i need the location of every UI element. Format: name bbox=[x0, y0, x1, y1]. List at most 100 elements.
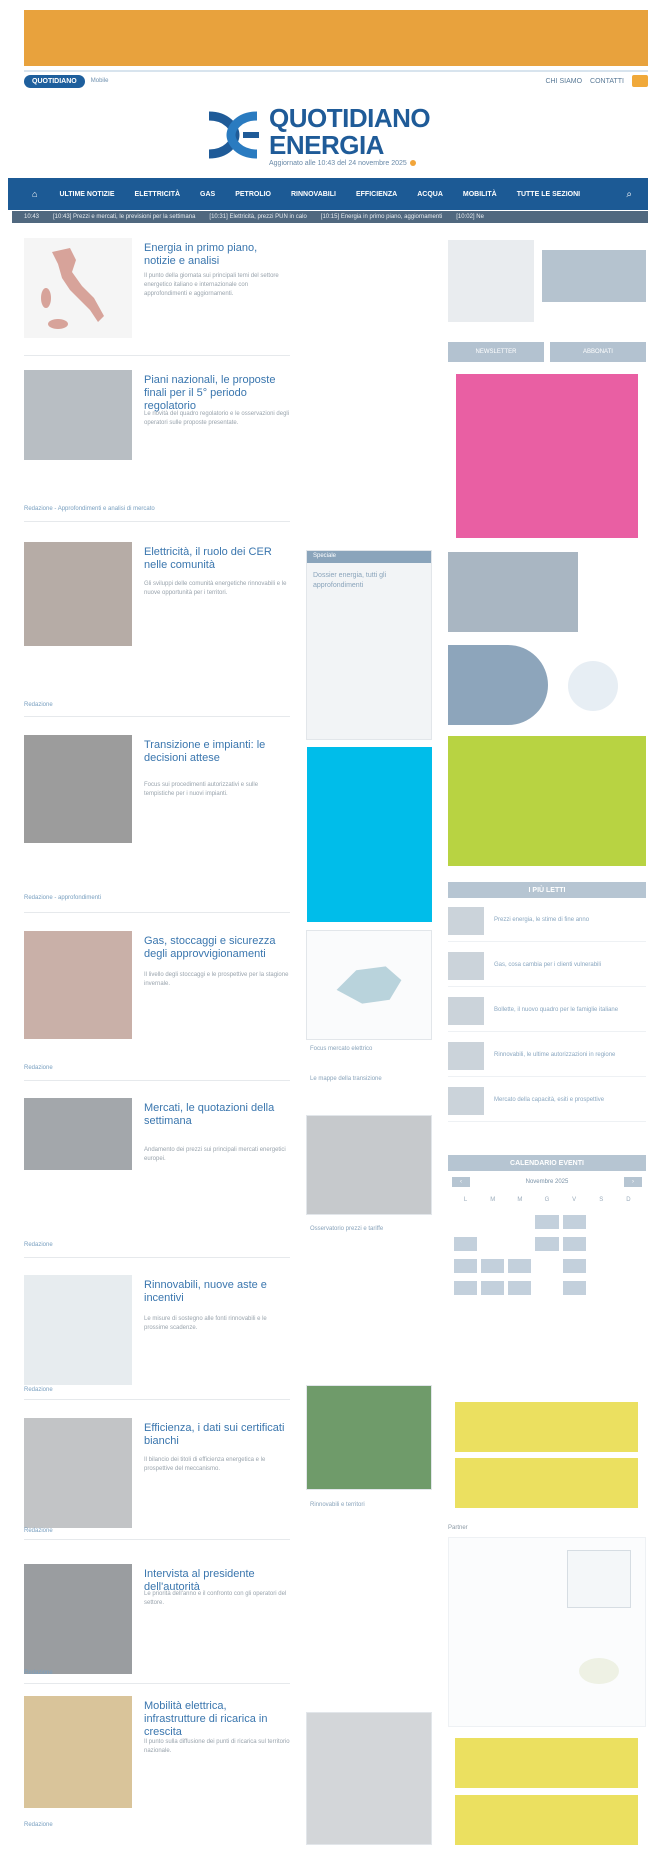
article-card[interactable]: Transizione e impianti: le decisioni att… bbox=[24, 735, 290, 913]
nav-item-ultime-notizie[interactable]: ULTIME NOTIZIE bbox=[49, 191, 124, 198]
advertisement-sidebar-top[interactable] bbox=[456, 374, 638, 538]
article-image-italy-map[interactable] bbox=[24, 238, 132, 338]
ticker-item[interactable]: [10:15] Energia in primo piano, aggiorna… bbox=[321, 214, 442, 220]
article-card[interactable]: Gas, stoccaggi e sicurezza degli approvv… bbox=[24, 931, 290, 1081]
advertisement-sidebar-yellow-1[interactable] bbox=[455, 1402, 638, 1452]
subscribe-button[interactable]: ABBONATI bbox=[550, 342, 646, 362]
promo-image[interactable] bbox=[448, 645, 548, 725]
most-read-thumb[interactable] bbox=[448, 1041, 484, 1070]
brand-badge[interactable]: QUOTIDIANO Mobile bbox=[24, 74, 108, 88]
search-icon[interactable]: ⌕ bbox=[626, 189, 638, 200]
calendar-day-event[interactable] bbox=[508, 1281, 532, 1295]
special-box-title[interactable]: Dossier energia, tutti gli approfondimen… bbox=[307, 563, 431, 599]
brand-pill[interactable]: QUOTIDIANO bbox=[24, 74, 85, 88]
article-card[interactable]: Piani nazionali, le proposte finali per … bbox=[24, 370, 290, 522]
home-icon[interactable]: ⌂ bbox=[18, 189, 49, 199]
ticker-item[interactable]: [10:43] Prezzi e mercati, le previsioni … bbox=[53, 214, 195, 220]
article-title[interactable]: Rinnovabili, nuove aste e incentivi bbox=[144, 1279, 290, 1305]
site-logo[interactable]: QUOTIDIANO ENERGIA Aggiornato alle 10:43… bbox=[205, 100, 465, 170]
most-read-title[interactable]: Bollette, il nuovo quadro per le famigli… bbox=[494, 1006, 618, 1015]
most-read-title[interactable]: Gas, cosa cambia per i clienti vulnerabi… bbox=[494, 961, 601, 970]
sidebar-promo[interactable] bbox=[448, 240, 646, 330]
article-title[interactable]: Efficienza, i dati sui certificati bianc… bbox=[144, 1422, 290, 1448]
article-card[interactable]: Efficienza, i dati sui certificati bianc… bbox=[24, 1418, 290, 1540]
mid-item[interactable]: Le mappe della transizione bbox=[310, 1074, 430, 1084]
promo-image[interactable] bbox=[448, 552, 578, 632]
article-title[interactable]: Elettricità, il ruolo dei CER nelle comu… bbox=[144, 546, 290, 572]
most-read-item[interactable]: Rinnovabili, le ultime autorizzazioni in… bbox=[448, 1035, 646, 1077]
promo-image[interactable] bbox=[568, 661, 618, 711]
article-image[interactable] bbox=[24, 1275, 132, 1385]
nav-item-gas[interactable]: GAS bbox=[190, 191, 225, 198]
nav-item-efficienza[interactable]: EFFICIENZA bbox=[346, 191, 407, 198]
calendar-day-event[interactable] bbox=[454, 1281, 478, 1295]
most-read-thumb[interactable] bbox=[448, 951, 484, 980]
calendar-day-event[interactable] bbox=[535, 1215, 559, 1229]
mid-image-card[interactable] bbox=[306, 1385, 432, 1490]
article-card[interactable]: Elettricità, il ruolo dei CER nelle comu… bbox=[24, 542, 290, 717]
nav-item-rinnovabili[interactable]: RINNOVABILI bbox=[281, 191, 346, 198]
most-read-item[interactable]: Prezzi energia, le stime di fine anno bbox=[448, 900, 646, 942]
advertisement-sidebar-yellow-2[interactable] bbox=[455, 1458, 638, 1508]
article-title[interactable]: Mobilità elettrica, infrastrutture di ri… bbox=[144, 1700, 290, 1739]
sidebar-promo[interactable] bbox=[448, 645, 646, 725]
advertisement-sidebar-yellow-4[interactable] bbox=[455, 1795, 638, 1845]
cart-icon[interactable] bbox=[632, 75, 648, 87]
newsletter-button[interactable]: NEWSLETTER bbox=[448, 342, 544, 362]
calendar-day-event[interactable] bbox=[481, 1259, 505, 1273]
most-read-title[interactable]: Mercato della capacità, esiti e prospett… bbox=[494, 1096, 604, 1105]
article-card[interactable]: Mobilità elettrica, infrastrutture di ri… bbox=[24, 1696, 290, 1841]
promo-image[interactable] bbox=[542, 250, 646, 302]
special-box[interactable]: Speciale Dossier energia, tutti gli appr… bbox=[306, 550, 432, 740]
nav-item-mobilita[interactable]: MOBILITÀ bbox=[453, 191, 507, 198]
calendar-next-button[interactable]: › bbox=[623, 1177, 642, 1187]
nav-item-petrolio[interactable]: PETROLIO bbox=[225, 191, 281, 198]
mid-item[interactable]: Osservatorio prezzi e tariffe bbox=[310, 1224, 430, 1234]
article-image[interactable] bbox=[24, 542, 132, 646]
article-card[interactable]: Intervista al presidente dell'autorità L… bbox=[24, 1564, 290, 1684]
nav-item-acqua[interactable]: ACQUA bbox=[407, 191, 453, 198]
article-image[interactable] bbox=[24, 931, 132, 1039]
top-advertisement[interactable] bbox=[24, 10, 648, 66]
article-image[interactable] bbox=[24, 1696, 132, 1808]
article-image[interactable] bbox=[24, 735, 132, 843]
calendar-day-event[interactable] bbox=[562, 1259, 586, 1273]
calendar-day-event[interactable] bbox=[454, 1259, 478, 1273]
advertisement-sidebar-yellow-3[interactable] bbox=[455, 1738, 638, 1788]
calendar-day-event[interactable] bbox=[535, 1237, 559, 1251]
article-image[interactable] bbox=[24, 370, 132, 460]
partner-logo[interactable] bbox=[579, 1658, 619, 1684]
most-read-item[interactable]: Bollette, il nuovo quadro per le famigli… bbox=[448, 990, 646, 1032]
ticker-item[interactable]: [10:02] Ne bbox=[456, 214, 484, 220]
article-title[interactable]: Gas, stoccaggi e sicurezza degli approvv… bbox=[144, 935, 290, 961]
calendar-day-event[interactable] bbox=[562, 1281, 586, 1295]
most-read-thumb[interactable] bbox=[448, 1086, 484, 1115]
sidebar-promo[interactable] bbox=[448, 552, 646, 632]
link-contacts[interactable]: CONTATTI bbox=[590, 78, 624, 85]
most-read-thumb[interactable] bbox=[448, 996, 484, 1025]
ticker-item[interactable]: [10:31] Elettricità, prezzi PUN in calo bbox=[209, 214, 306, 220]
article-image[interactable] bbox=[24, 1418, 132, 1528]
article-card[interactable]: Mercati, le quotazioni della settimana A… bbox=[24, 1098, 290, 1258]
article-title[interactable]: Transizione e impianti: le decisioni att… bbox=[144, 739, 290, 765]
calendar-day-event[interactable] bbox=[562, 1237, 586, 1251]
nav-item-elettricita[interactable]: ELETTRICITÀ bbox=[125, 191, 191, 198]
advertisement-sidebar-middle[interactable] bbox=[448, 736, 646, 866]
most-read-item[interactable]: Mercato della capacità, esiti e prospett… bbox=[448, 1080, 646, 1122]
calendar-day-event[interactable] bbox=[454, 1237, 478, 1251]
calendar-prev-button[interactable]: ‹ bbox=[452, 1177, 470, 1187]
most-read-thumb[interactable] bbox=[448, 906, 484, 935]
article-image[interactable] bbox=[24, 1098, 132, 1170]
article-title[interactable]: Energia in primo piano, notizie e analis… bbox=[144, 242, 290, 268]
article-card[interactable]: Rinnovabili, nuove aste e incentivi Le m… bbox=[24, 1275, 290, 1400]
mid-item[interactable]: Rinnovabili e territori bbox=[310, 1500, 430, 1510]
mid-image-card[interactable] bbox=[306, 1712, 432, 1845]
partner-logo[interactable] bbox=[567, 1550, 631, 1608]
article-title[interactable]: Mercati, le quotazioni della settimana bbox=[144, 1102, 290, 1128]
nav-item-tutte-le-sezioni[interactable]: TUTTE LE SEZIONI bbox=[507, 191, 590, 198]
most-read-title[interactable]: Rinnovabili, le ultime autorizzazioni in… bbox=[494, 1051, 615, 1060]
calendar-day-event[interactable] bbox=[562, 1215, 586, 1229]
calendar-day-event[interactable] bbox=[481, 1281, 505, 1295]
mid-item[interactable]: Focus mercato elettrico bbox=[310, 1044, 430, 1054]
calendar-day-event[interactable] bbox=[508, 1259, 532, 1273]
